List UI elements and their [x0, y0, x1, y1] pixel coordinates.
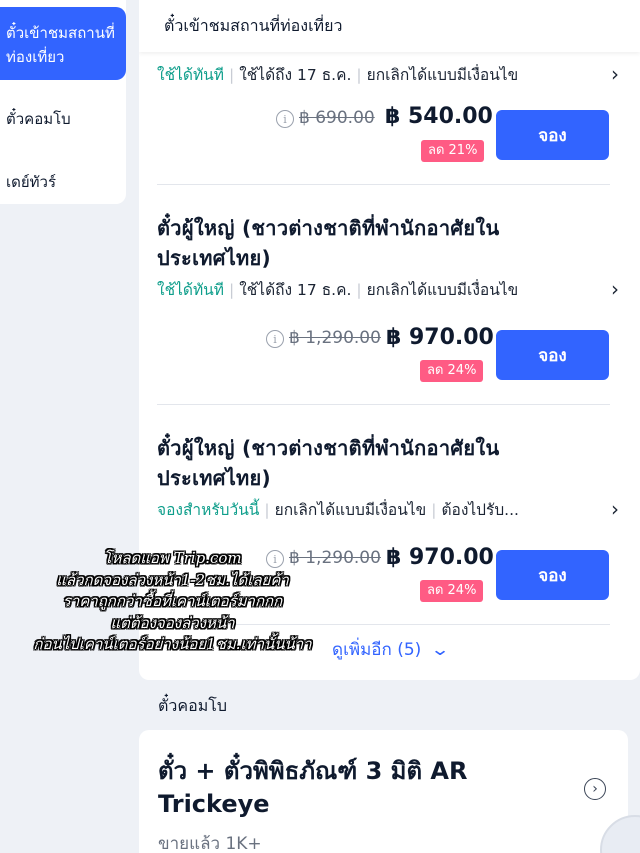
book-button[interactable]: จอง	[496, 110, 609, 160]
original-price: ฿ 1,290.00	[289, 328, 381, 348]
ticket-item[interactable]: ใช้ได้ทันที | ใช้ได้ถึง 17 ธ.ค. | ยกเลิกได้แ…	[157, 60, 619, 88]
cancellation-policy: ยกเลิกได้แบบมีเงื่อนไข	[366, 65, 519, 84]
ticket-meta[interactable]: จองสำหรับวันนี้ | ยกเลิกได้แบบมีเงื่อนไข | ต…	[157, 495, 619, 523]
sidebar-item-combo[interactable]: ตั๋วคอมโบ	[0, 104, 71, 134]
sidebar-item-label: ตั๋วคอมโบ	[6, 110, 71, 128]
ticket-meta[interactable]: ใช้ได้ทันที | ใช้ได้ถึง 17 ธ.ค. | ยกเลิกได้แ…	[157, 60, 619, 88]
info-icon[interactable]: i	[276, 110, 294, 128]
discount-badge: ลด 21%	[421, 140, 485, 162]
sidebar-item-label: ตั๋วเข้าชมสถานที่ท่องเที่ยว	[6, 23, 115, 66]
book-button[interactable]: จอง	[496, 330, 609, 380]
chevron-right-icon[interactable]: ›	[611, 497, 619, 521]
combo-title: ตั๋ว + ตั๋วพิพิธภัณฑ์ 3 มิติ AR Trickeye	[158, 757, 468, 818]
ticket-title: ตั๋วผู้ใหญ่ (ชาวต่างชาติที่พำนักอาศัยใน …	[157, 216, 500, 270]
sale-price: ฿ 970.00	[386, 325, 494, 350]
sale-price: ฿ 540.00	[385, 104, 493, 129]
sidebar-item-attraction-tickets[interactable]: ตั๋วเข้าชมสถานที่ท่องเที่ยว	[0, 7, 126, 80]
availability-tag: จองสำหรับวันนี้	[157, 500, 260, 519]
cancellation-policy: ยกเลิกได้แบบมีเงื่อนไข	[274, 500, 427, 519]
sold-count: ขายแล้ว 1K+	[158, 834, 262, 853]
sidebar-item-day-tours[interactable]: เดย์ทัวร์	[0, 167, 56, 197]
chevron-right-circle-icon[interactable]: ›	[584, 778, 606, 800]
sale-price: ฿ 970.00	[386, 545, 494, 570]
discount-badge: ลด 24%	[420, 360, 484, 382]
ticket-meta[interactable]: ใช้ได้ทันที | ใช้ได้ถึง 17 ธ.ค. | ยกเลิกได้แ…	[157, 275, 619, 303]
original-price: ฿ 690.00	[299, 108, 375, 128]
discount-badge: ลด 24%	[420, 580, 484, 602]
valid-until: ใช้ได้ถึง 17 ธ.ค.	[239, 65, 352, 84]
ticket-title: ตั๋วผู้ใหญ่ (ชาวต่างชาติที่พำนักอาศัยใน …	[157, 436, 500, 490]
overlay-caption: โหลดแอพ Trip.com แล้วกดจองล่วงหน้า1-2ชม.…	[33, 549, 312, 653]
availability-tag: ใช้ได้ทันที	[157, 65, 224, 84]
info-icon[interactable]: i	[266, 330, 284, 348]
combo-card[interactable]: ตั๋ว + ตั๋วพิพิธภัณฑ์ 3 มิติ AR Trickeye…	[139, 730, 628, 853]
sidebar-item-label: เดย์ทัวร์	[6, 173, 57, 191]
chevron-down-icon: ⌄	[429, 640, 450, 660]
divider	[157, 184, 610, 185]
section-header: ตั๋วเข้าชมสถานที่ท่องเที่ยว	[139, 0, 640, 52]
combo-section-title: ตั๋วคอมโบ	[158, 696, 227, 715]
chevron-right-icon[interactable]: ›	[611, 62, 619, 86]
divider	[157, 404, 610, 405]
cancellation-policy: ยกเลิกได้แบบมีเงื่อนไข	[366, 280, 519, 299]
valid-until: ใช้ได้ถึง 17 ธ.ค.	[239, 280, 352, 299]
ticket-item[interactable]: ตั๋วผู้ใหญ่ (ชาวต่างชาติที่พำนักอาศัยใน …	[157, 213, 619, 303]
availability-tag: ใช้ได้ทันที	[157, 280, 224, 299]
pickup-note: ต้องไปรับ...	[441, 500, 519, 519]
book-button[interactable]: จอง	[496, 550, 609, 600]
category-sidebar: ตั๋วเข้าชมสถานที่ท่องเที่ยว ตั๋วคอมโบ เด…	[0, 0, 126, 204]
ticket-item[interactable]: ตั๋วผู้ใหญ่ (ชาวต่างชาติที่พำนักอาศัยใน …	[157, 433, 619, 523]
chevron-right-icon[interactable]: ›	[611, 277, 619, 301]
